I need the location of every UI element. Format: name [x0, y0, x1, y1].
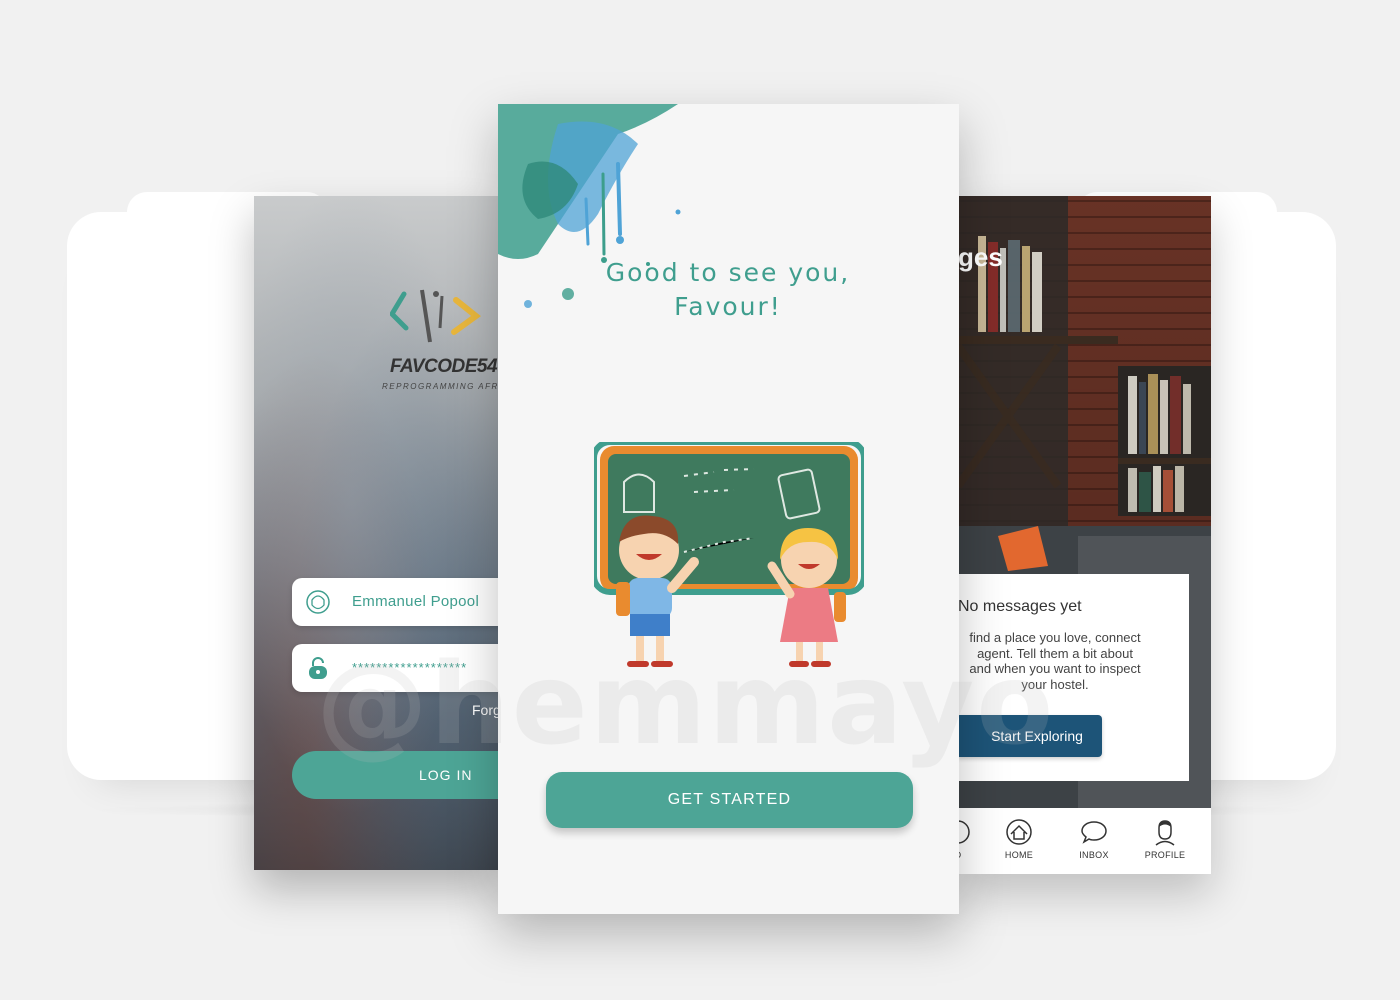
greeting-heading: Good to see you, Favour! — [578, 256, 878, 324]
saved-icon — [958, 820, 970, 844]
empty-state-title: No messages yet — [958, 598, 1082, 615]
inbox-icon — [1081, 821, 1107, 844]
empty-state-card: No messages yet find a place you love, c… — [958, 574, 1189, 781]
messages-screen: ges No messages yet find a place you lov… — [958, 196, 1211, 874]
brand-tagline: REPROGRAMMING AFRIC — [382, 382, 498, 391]
empty-state-body: find a place you love, connect agent. Te… — [958, 630, 1182, 692]
tab-inbox-label: INBOX — [1079, 850, 1109, 860]
messages-title: ges — [958, 242, 1003, 272]
tab-home-label: HOME — [1004, 850, 1034, 860]
tab-inbox[interactable]: INBOX — [1064, 818, 1124, 860]
kids-chalkboard-illustration — [594, 442, 864, 667]
username-value: Emmanuel Popool — [352, 593, 480, 610]
forgot-password-link[interactable]: Forg — [472, 702, 498, 718]
empty-state-line: and when you want to inspect — [969, 661, 1141, 676]
login-button[interactable]: LOG IN — [292, 751, 498, 799]
favcode-logo-icon — [390, 289, 481, 343]
lock-icon — [309, 657, 327, 679]
user-icon — [306, 590, 330, 614]
tab-saved-label: D — [958, 850, 988, 860]
password-field[interactable]: ******************* — [292, 644, 498, 692]
tab-home[interactable]: HOME — [989, 818, 1049, 860]
username-field[interactable]: Emmanuel Popool — [292, 578, 498, 626]
password-value: ******************* — [352, 660, 468, 675]
profile-icon — [1155, 820, 1175, 846]
home-icon — [1006, 819, 1032, 845]
tab-profile-label: PROFILE — [1144, 850, 1186, 860]
greeting-line-1: Good to see you, — [605, 258, 851, 287]
bottom-tab-bar: D HOME INBOX PROFILE — [958, 808, 1211, 874]
empty-state-line: your hostel. — [1021, 676, 1089, 692]
login-screen: FAVCODE54 REPROGRAMMING AFRIC Emmanuel P… — [254, 196, 498, 870]
welcome-screen: Good to see you, Favour! GET STARTED — [498, 104, 959, 914]
brand-name: FAVCODE54 — [390, 356, 498, 377]
tab-saved[interactable]: D — [958, 818, 988, 860]
empty-state-line: agent. Tell them a bit about — [977, 645, 1133, 661]
tab-profile[interactable]: PROFILE — [1135, 818, 1195, 860]
get-started-button[interactable]: GET STARTED — [546, 772, 913, 828]
start-exploring-button[interactable]: Start Exploring — [958, 715, 1102, 757]
greeting-line-2: Favour! — [674, 292, 782, 321]
empty-state-line: find a place you love, connect — [969, 630, 1141, 645]
